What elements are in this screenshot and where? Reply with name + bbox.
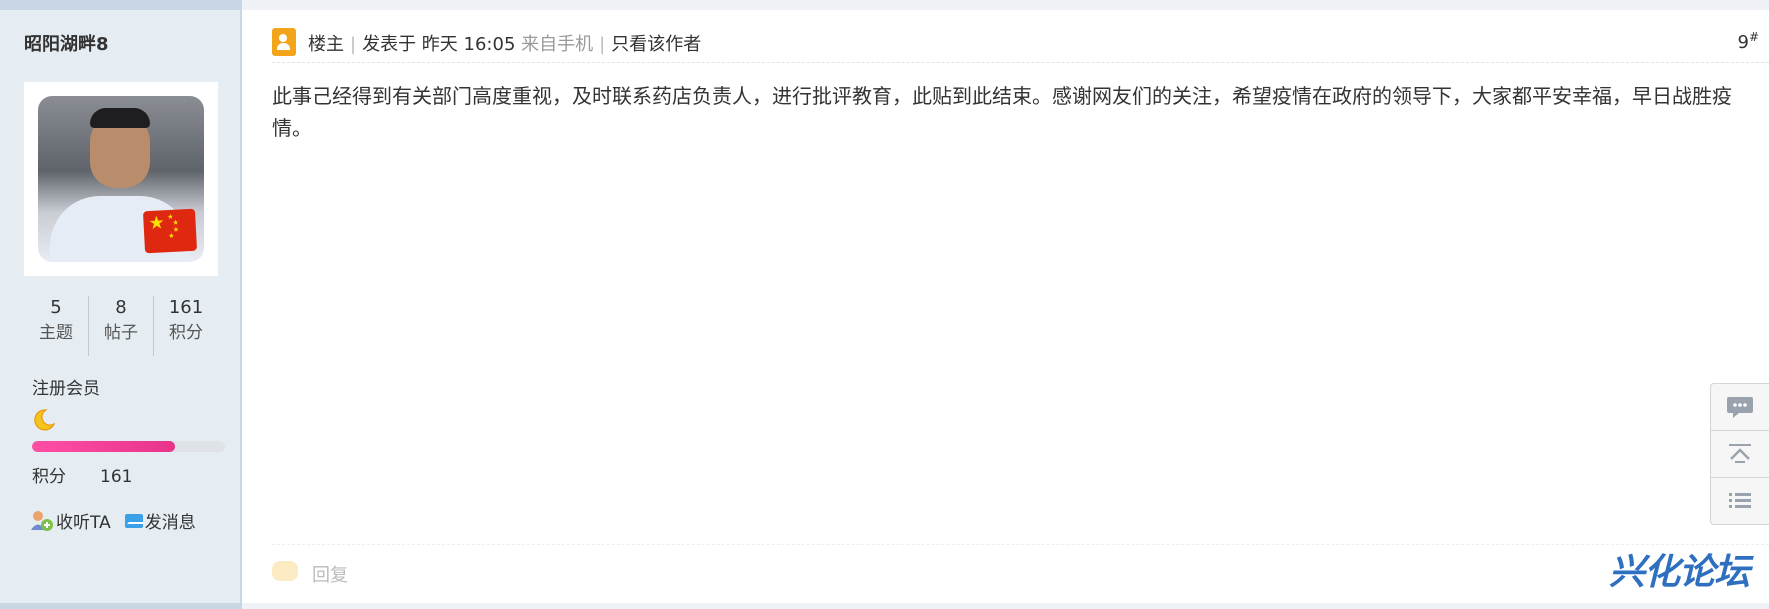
follow-icon bbox=[31, 510, 53, 531]
floor-number[interactable]: 9# bbox=[1737, 30, 1759, 53]
side-toolbar bbox=[1710, 383, 1769, 525]
separator: | bbox=[599, 34, 606, 55]
thread-list-button[interactable] bbox=[1711, 478, 1769, 524]
chat-icon bbox=[1727, 397, 1753, 418]
post-content: 此事己经得到有关部门高度重视，及时联系药店负责人，进行批评教育，此贴到此结束。感… bbox=[272, 84, 1732, 140]
post-meta: 楼主 | 发表于 昨天 16:05 来自手机 | 只看该作者 bbox=[308, 30, 701, 56]
list-icon bbox=[1729, 493, 1751, 508]
site-logo: 兴化论坛 bbox=[1608, 552, 1750, 593]
avatar-frame: ★ ★ ★ ★ ★ bbox=[24, 82, 218, 276]
moon-icon bbox=[34, 409, 56, 431]
avatar[interactable]: ★ ★ ★ ★ ★ bbox=[38, 96, 204, 262]
only-author-link[interactable]: 只看该作者 bbox=[611, 34, 701, 55]
quick-reply-button[interactable] bbox=[1711, 384, 1769, 431]
mail-icon bbox=[124, 513, 143, 528]
author-name[interactable]: 昭阳湖畔8 bbox=[24, 30, 109, 56]
avatar-hair bbox=[90, 108, 150, 128]
credits-label: 积分 bbox=[32, 467, 66, 487]
stat-value: 161 bbox=[168, 297, 204, 318]
bottom-border bbox=[0, 603, 1769, 609]
floor-mark: # bbox=[1748, 30, 1759, 44]
level-progress-bar bbox=[32, 441, 225, 452]
op-label: 楼主 bbox=[308, 34, 344, 55]
stat-label: 积分 bbox=[169, 323, 203, 343]
stat-posts[interactable]: 8 帖子 bbox=[89, 296, 154, 356]
post-actions: 回复 bbox=[272, 544, 1769, 586]
credits-value: 161 bbox=[100, 467, 133, 487]
bottom-border-accent bbox=[0, 603, 242, 609]
top-border bbox=[0, 0, 1769, 10]
send-message-button[interactable]: 发消息 bbox=[124, 508, 196, 533]
floor-value: 9 bbox=[1737, 32, 1749, 53]
stat-label: 帖子 bbox=[104, 323, 138, 343]
stat-threads[interactable]: 5 主题 bbox=[24, 296, 89, 356]
follow-label: 收听TA bbox=[56, 513, 111, 533]
author-sidebar: 昭阳湖畔8 ★ ★ ★ ★ ★ 5 主题 8 帖子 161 积分 注册会员 积分… bbox=[0, 10, 242, 603]
stat-credits[interactable]: 161 积分 bbox=[154, 296, 218, 356]
back-to-top-icon bbox=[1729, 444, 1751, 463]
flag-small-star-icon: ★ bbox=[168, 231, 175, 241]
credits-row: 积分 161 bbox=[32, 462, 132, 487]
reply-icon bbox=[272, 561, 298, 581]
stat-value: 5 bbox=[50, 297, 62, 318]
separator: | bbox=[350, 34, 357, 55]
flag-star-icon: ★ bbox=[148, 212, 166, 235]
stat-value: 8 bbox=[115, 297, 127, 318]
level-progress-fill bbox=[32, 441, 175, 452]
user-group[interactable]: 注册会员 bbox=[32, 374, 100, 399]
user-badge-icon bbox=[272, 28, 296, 56]
stat-label: 主题 bbox=[39, 323, 73, 343]
back-to-top-button[interactable] bbox=[1711, 431, 1769, 478]
author-stats: 5 主题 8 帖子 161 积分 bbox=[24, 296, 218, 356]
top-border-accent bbox=[0, 0, 242, 10]
post-source[interactable]: 来自手机 bbox=[521, 34, 593, 55]
post-header: 楼主 | 发表于 昨天 16:05 来自手机 | 只看该作者 9# bbox=[272, 26, 1769, 63]
follow-button[interactable]: 收听TA bbox=[30, 508, 111, 533]
post-time: 发表于 昨天 16:05 bbox=[362, 34, 516, 55]
china-flag-icon: ★ ★ ★ ★ ★ bbox=[142, 208, 198, 254]
send-message-label: 发消息 bbox=[144, 513, 196, 533]
author-actions: 收听TA 发消息 bbox=[30, 508, 196, 533]
reply-button[interactable]: 回复 bbox=[312, 561, 348, 587]
